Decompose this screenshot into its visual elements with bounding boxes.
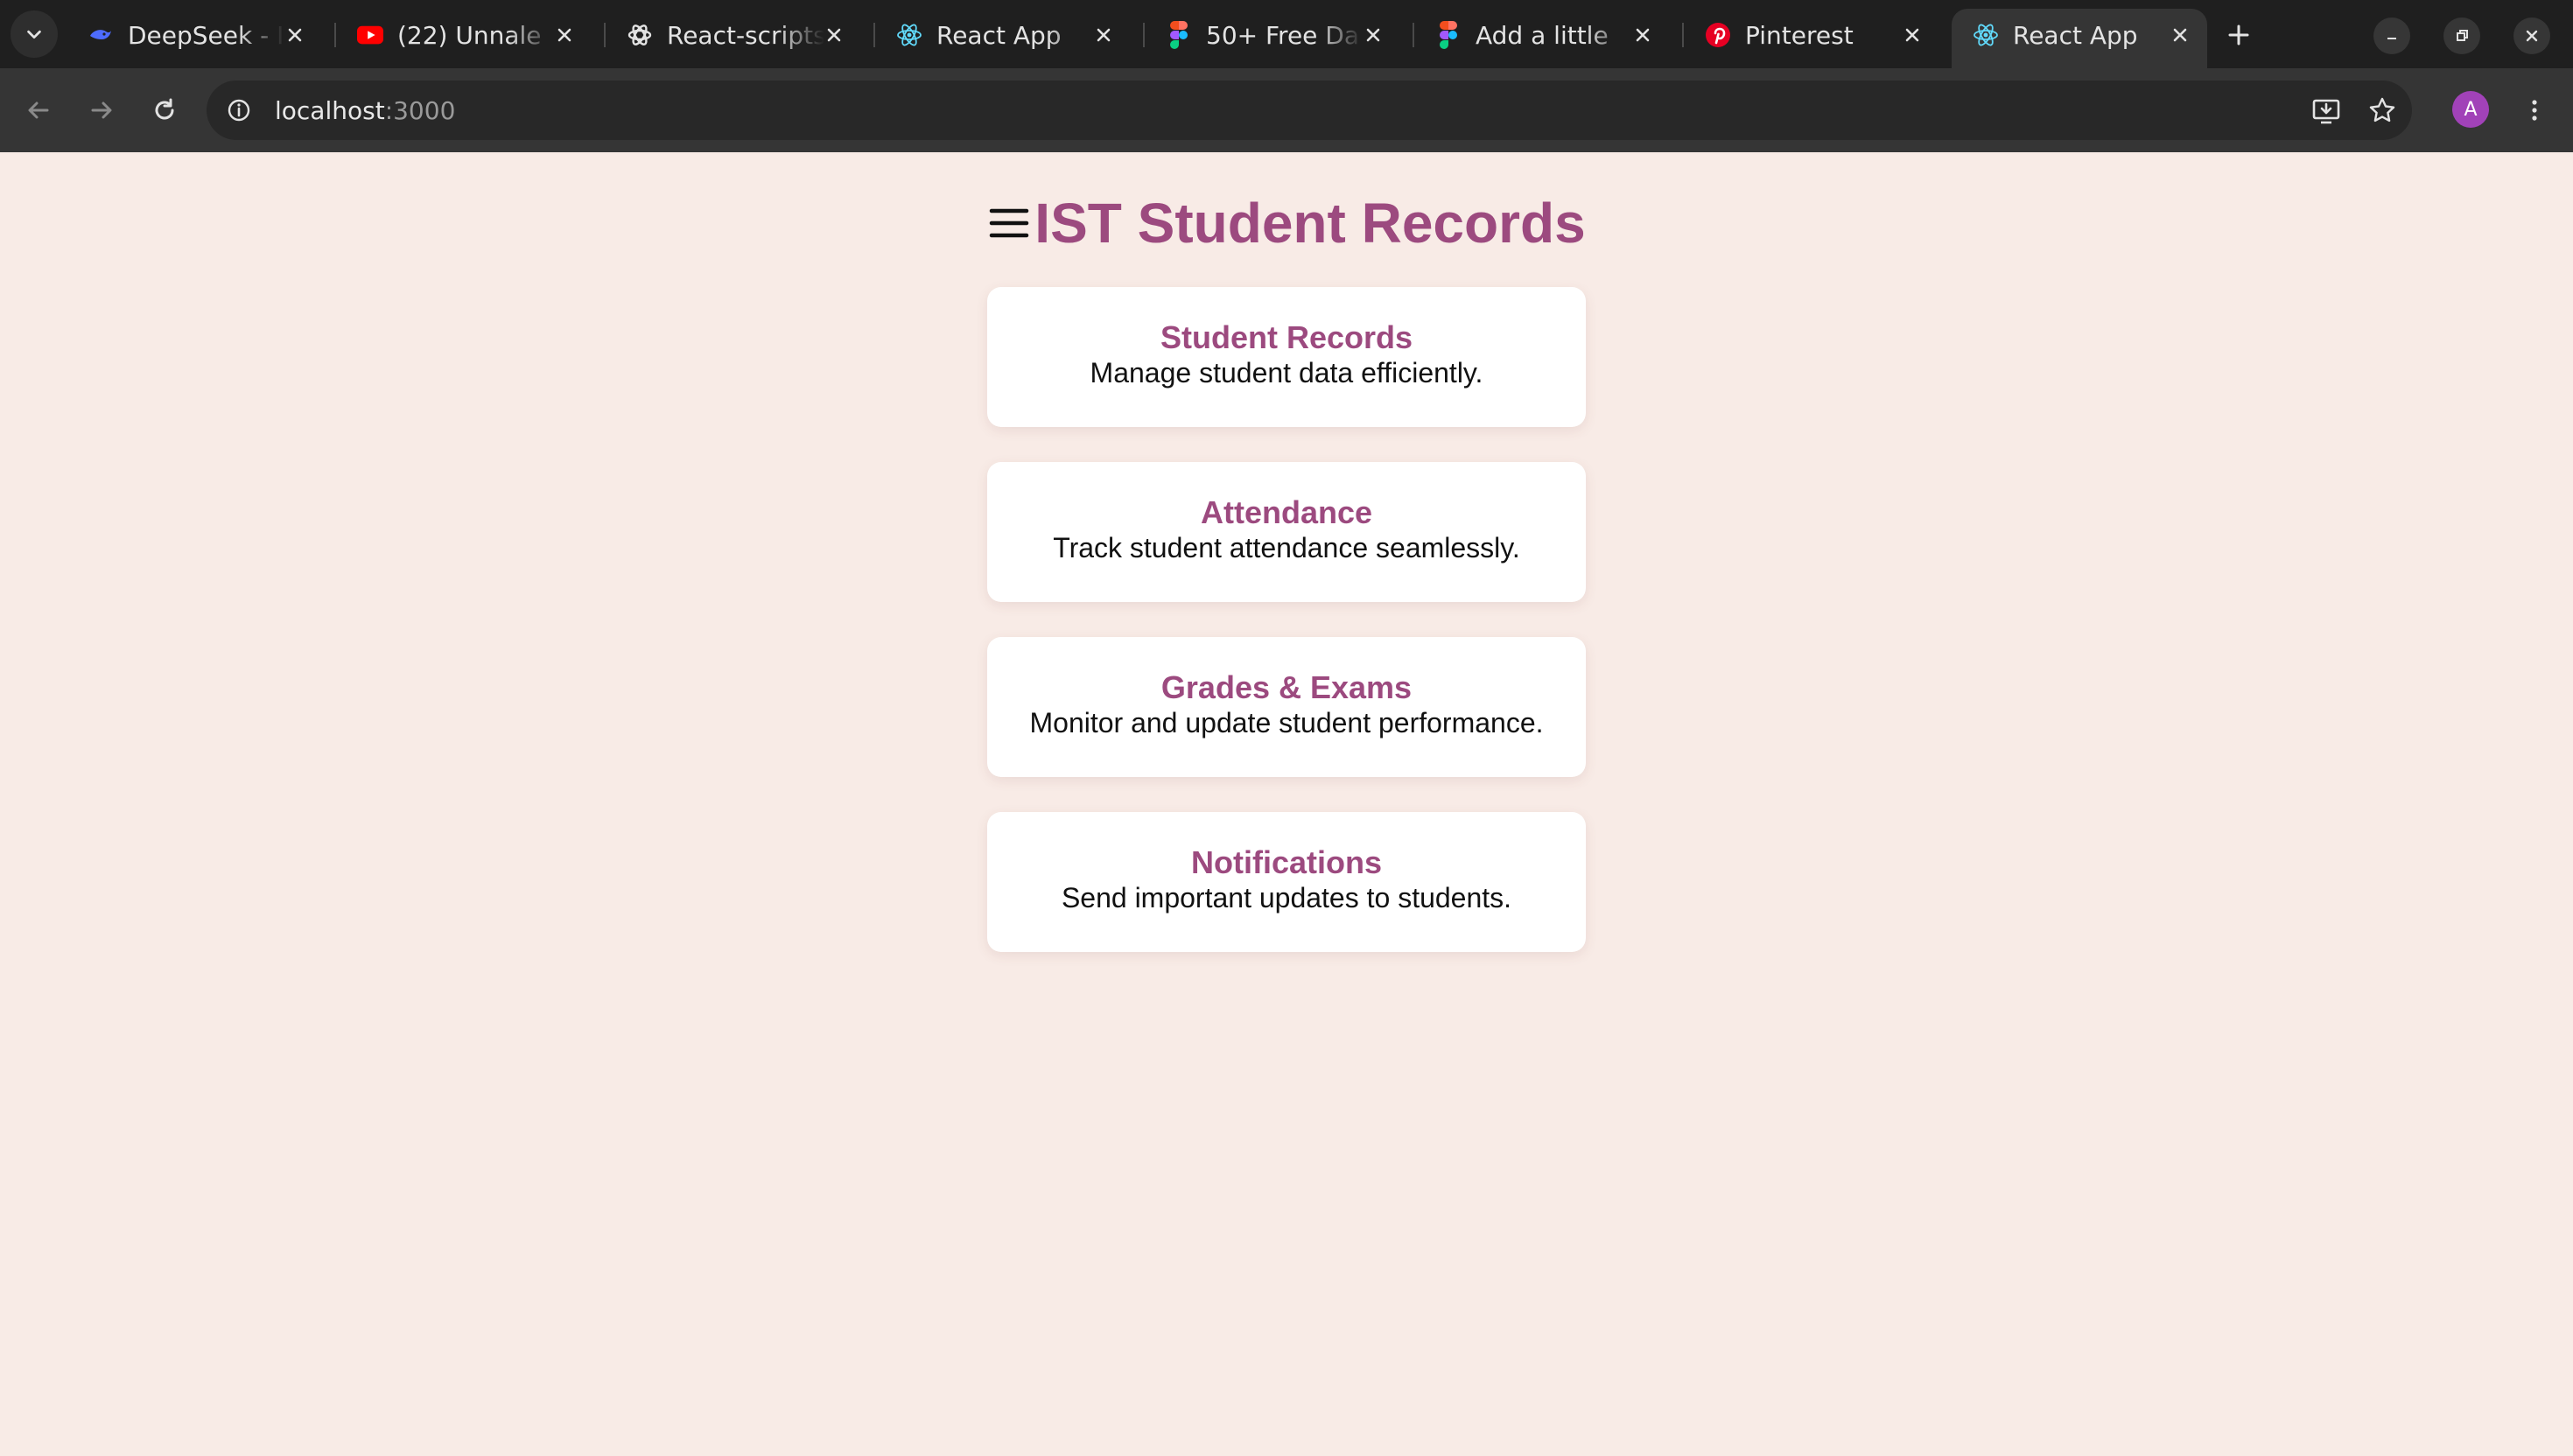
menu-button[interactable]: [987, 201, 1031, 245]
hamburger-menu-icon: [990, 208, 1029, 238]
close-tab-icon[interactable]: [1628, 20, 1658, 50]
minimize-icon: [2387, 38, 2396, 39]
browser-chrome: DeepSeek - I (22) Unnale React-scripts R…: [0, 0, 2573, 152]
figma-icon: [1435, 21, 1462, 49]
tab-title: 50+ Free Da: [1206, 20, 1360, 50]
tab-react-app[interactable]: React App: [875, 9, 1131, 61]
close-tab-icon[interactable]: [280, 20, 310, 50]
tab-title: React App: [936, 20, 1062, 50]
tab-youtube[interactable]: (22) Unnale: [336, 9, 592, 61]
tab-figma-add-little[interactable]: Add a little: [1414, 9, 1670, 61]
tab-strip: DeepSeek - I (22) Unnale React-scripts R…: [0, 0, 2573, 68]
pinterest-icon: [1705, 22, 1731, 48]
close-tab-icon[interactable]: [2165, 20, 2195, 50]
tab-search-button[interactable]: [11, 10, 58, 58]
new-tab-button[interactable]: [2219, 16, 2258, 54]
card-title: Attendance: [1200, 494, 1373, 530]
install-app-icon: [2312, 99, 2340, 124]
feature-card-list: Student Records Manage student data effi…: [987, 287, 1586, 987]
deepseek-whale-icon: [88, 22, 114, 48]
card-description: Monitor and update student performance.: [1029, 707, 1544, 738]
tab-title: React App: [2013, 20, 2138, 50]
browser-menu-button[interactable]: [2513, 89, 2555, 131]
card-grades-exams[interactable]: Grades & Exams Monitor and update studen…: [987, 637, 1586, 777]
plus-icon: [2228, 24, 2249, 46]
back-button[interactable]: [18, 89, 60, 131]
reload-button[interactable]: [144, 89, 186, 131]
tab-title: Pinterest: [1745, 20, 1854, 50]
react-icon: [1973, 22, 1999, 48]
install-app-button[interactable]: [2305, 89, 2347, 131]
close-tab-icon[interactable]: [1897, 20, 1927, 50]
url-text[interactable]: localhost:3000: [275, 96, 455, 125]
card-description: Manage student data efficiently.: [1090, 357, 1483, 388]
tab-react-scripts[interactable]: React-scripts: [606, 9, 861, 61]
reload-icon: [155, 98, 174, 120]
tab-title: Add a little: [1476, 20, 1609, 50]
close-tab-icon[interactable]: [1358, 20, 1388, 50]
close-tab-icon[interactable]: [1089, 20, 1118, 50]
card-attendance[interactable]: Attendance Track student attendance seam…: [987, 462, 1586, 602]
card-notifications[interactable]: Notifications Send important updates to …: [987, 812, 1586, 952]
close-tab-icon[interactable]: [819, 20, 849, 50]
card-title: Student Records: [1160, 319, 1413, 355]
restore-window-button[interactable]: [2443, 18, 2480, 54]
card-title: Grades & Exams: [1160, 669, 1413, 705]
address-bar[interactable]: localhost:3000: [207, 80, 2412, 140]
tab-deepseek[interactable]: DeepSeek - I: [67, 9, 322, 61]
close-tab-icon[interactable]: [550, 20, 579, 50]
site-info-icon[interactable]: [224, 95, 254, 125]
arrow-right-icon: [91, 102, 112, 119]
card-description: Send important updates to students.: [1061, 882, 1512, 914]
card-title: Notifications: [1190, 844, 1382, 880]
minimize-window-button[interactable]: [2373, 18, 2410, 54]
react-icon: [896, 22, 922, 48]
browser-toolbar: localhost:3000: [0, 68, 2573, 152]
page-content: IST Student Records Student Records Mana…: [0, 152, 2573, 1456]
chevron-down-icon: [27, 30, 41, 39]
bookmark-button[interactable]: [2361, 89, 2403, 131]
tab-title: DeepSeek - I: [128, 20, 284, 50]
url-port: :3000: [384, 96, 456, 125]
tab-figma-free-da[interactable]: 50+ Free Da: [1145, 9, 1400, 61]
app-header: IST Student Records: [0, 184, 2573, 262]
profile-avatar[interactable]: A: [2452, 91, 2489, 128]
restore-icon: [2457, 30, 2468, 41]
tab-react-app-active[interactable]: React App: [1952, 9, 2207, 68]
tab-title: (22) Unnale: [397, 20, 542, 50]
arrow-left-icon: [28, 102, 49, 119]
close-window-button[interactable]: [2513, 18, 2550, 54]
tab-pinterest[interactable]: Pinterest: [1684, 9, 1939, 61]
page-title: IST Student Records: [1034, 192, 1586, 255]
url-host: localhost: [275, 96, 385, 125]
card-description: Track student attendance seamlessly.: [1053, 532, 1520, 564]
star-icon: [2369, 97, 2395, 122]
more-vertical-icon: [2532, 100, 2537, 121]
tab-title: React-scripts: [667, 20, 824, 50]
openai-icon: [627, 22, 653, 48]
close-icon: [2526, 30, 2538, 42]
forward-button[interactable]: [81, 89, 123, 131]
figma-icon: [1166, 21, 1192, 49]
card-student-records[interactable]: Student Records Manage student data effi…: [987, 287, 1586, 427]
youtube-icon: [357, 22, 383, 48]
